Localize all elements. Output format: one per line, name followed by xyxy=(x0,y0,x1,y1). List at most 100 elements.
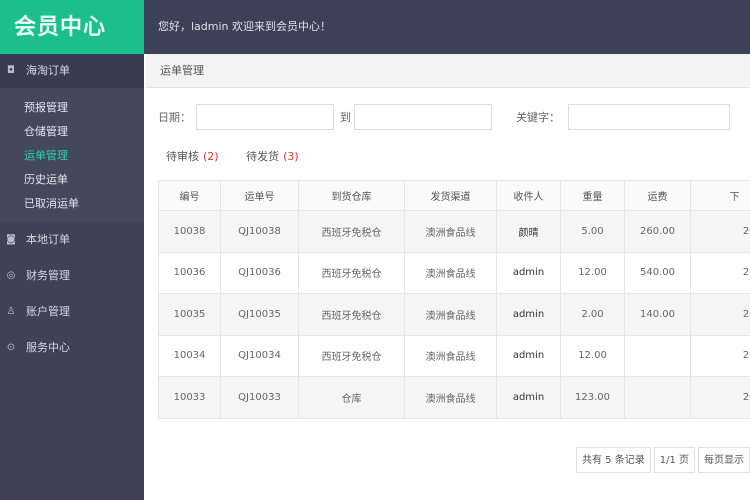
date-label: 日期： xyxy=(158,111,191,124)
cell-recipient: 颜晴 xyxy=(496,210,561,253)
sidebar-group-service[interactable]: ⊙ 服务中心 xyxy=(0,330,144,366)
col-header-recipient[interactable]: 收件人 xyxy=(496,180,561,211)
sidebar-item-cancelled[interactable]: 已取消运单 xyxy=(0,192,144,216)
table-row[interactable]: 10033QJ10033仓库澳洲食品线admin123.00 2017/0 xyxy=(158,376,750,419)
cell-freight: 540.00 xyxy=(624,251,691,294)
cell-id: 10036 xyxy=(158,251,221,294)
cell-recipient: admin xyxy=(496,334,561,377)
filter-bar: 日期： 到 关键字： xyxy=(158,104,750,130)
greeting-text: 您好，ladmin 欢迎来到会员中心！ xyxy=(158,20,332,33)
sidebar-group-finance[interactable]: ◎ 财务管理 xyxy=(0,258,144,294)
cell-waybill-no: QJ10033 xyxy=(220,376,299,419)
cell-freight: 260.00 xyxy=(624,210,691,253)
col-header-weight[interactable]: 重量 xyxy=(560,180,625,211)
tab-count: (2) xyxy=(203,150,219,163)
pager-page: 1/1 页 xyxy=(653,447,696,473)
cell-freight: 140.00 xyxy=(624,293,691,336)
cell-channel: 澳洲食品线 xyxy=(404,251,497,294)
tab-count: (3) xyxy=(283,150,299,163)
sidebar-group-label: 财务管理 xyxy=(26,269,70,282)
cell-warehouse: 西班牙免税仓 xyxy=(298,210,405,253)
cell-warehouse: 西班牙免税仓 xyxy=(298,334,405,377)
cell-channel: 澳洲食品线 xyxy=(404,376,497,419)
cell-waybill-no: QJ10034 xyxy=(220,334,299,377)
cell-id: 10038 xyxy=(158,210,221,253)
cell-date: 2017/0 xyxy=(690,210,750,253)
cell-channel: 澳洲食品线 xyxy=(404,210,497,253)
cell-weight: 12.00 xyxy=(560,251,625,294)
tab-label: 待审核 xyxy=(166,150,199,163)
cell-recipient: admin xyxy=(496,376,561,419)
cell-id: 10033 xyxy=(158,376,221,419)
keyword-input[interactable] xyxy=(568,104,730,130)
cell-warehouse: 西班牙免税仓 xyxy=(298,293,405,336)
table-row[interactable]: 10035QJ10035西班牙免税仓澳洲食品线admin2.00140.0020… xyxy=(158,293,750,336)
status-tabs: 待审核 (2) 待发货 (3) xyxy=(166,148,323,164)
sidebar-sublist: 预报管理 仓储管理 运单管理 历史运单 已取消运单 xyxy=(0,88,144,222)
sidebar-item-history[interactable]: 历史运单 xyxy=(0,168,144,192)
cell-recipient: admin xyxy=(496,293,561,336)
sidebar-item-waybill[interactable]: 运单管理 xyxy=(0,144,144,168)
cell-date: 2017/0 xyxy=(690,376,750,419)
waybill-table: 编号 运单号 到货仓库 发货渠道 收件人 重量 运费 下 10038 QJ1003… xyxy=(158,180,750,419)
col-header-channel[interactable]: 发货渠道 xyxy=(404,180,497,211)
cell-id: 10035 xyxy=(158,293,221,336)
cell-date: 2017/0 xyxy=(690,293,750,336)
to-label: 到 xyxy=(340,111,351,124)
pagination: 共有 5 条记录 1/1 页 每页显示 xyxy=(576,447,750,473)
topbar: 您好，ladmin 欢迎来到会员中心！ xyxy=(144,0,750,54)
sidebar-item-warehouse[interactable]: 仓储管理 xyxy=(0,120,144,144)
finance-icon: ◎ xyxy=(6,270,16,281)
cell-warehouse: 西班牙免税仓 xyxy=(298,251,405,294)
tab-pending-shipment[interactable]: 待发货 (3) xyxy=(246,148,299,164)
col-header-warehouse[interactable]: 到货仓库 xyxy=(298,180,405,211)
col-header-id[interactable]: 编号 xyxy=(158,180,221,211)
brand-logo: 会员中心 xyxy=(0,0,144,54)
user-icon: ♙ xyxy=(6,306,16,317)
main-content: 运单管理 日期： 到 关键字： 待审核 (2) 待发货 (3) 编号 运单号 到货仓… xyxy=(144,54,750,500)
pager-total: 共有 5 条记录 xyxy=(576,447,651,473)
sidebar-group-local-orders[interactable]: ◙ 本地订单 xyxy=(0,222,144,258)
cell-channel: 澳洲食品线 xyxy=(404,334,497,377)
cell-date: 2017/0 xyxy=(690,251,750,294)
sidebar-group-label: 账户管理 xyxy=(26,305,70,318)
sidebar-group-label: 海淘订单 xyxy=(26,64,70,77)
cell-waybill-no: QJ10038 xyxy=(220,210,299,253)
date-to-input[interactable] xyxy=(354,104,492,130)
table-row[interactable]: 10034QJ10034西班牙免税仓澳洲食品线admin12.00 2017/0 xyxy=(158,334,750,377)
table-row[interactable]: 10036 QJ10036 西班牙免税仓 澳洲食品线 admin 12.00 540.00 2… xyxy=(158,251,750,294)
cart-icon: ◘ xyxy=(7,65,15,76)
box-icon: ◙ xyxy=(6,234,16,245)
cell-weight: 5.00 xyxy=(560,210,625,253)
sidebar: ◘ 海淘订单 预报管理 仓储管理 运单管理 历史运单 已取消运单 ◙ 本地订单 … xyxy=(0,54,144,500)
table-header-row: 编号 运单号 到货仓库 发货渠道 收件人 重量 运费 下 xyxy=(158,180,750,211)
sidebar-group-account[interactable]: ♙ 账户管理 xyxy=(0,294,144,330)
cell-channel: 澳洲食品线 xyxy=(404,293,497,336)
cell-warehouse: 仓库 xyxy=(298,376,405,419)
tab-pending-review[interactable]: 待审核 (2) xyxy=(166,148,219,164)
col-header-date[interactable]: 下 xyxy=(690,180,750,211)
cell-waybill-no: QJ10035 xyxy=(220,293,299,336)
cell-date: 2017/0 xyxy=(690,334,750,377)
cell-waybill-no: QJ10036 xyxy=(220,251,299,294)
cell-recipient: admin xyxy=(496,251,561,294)
service-icon: ⊙ xyxy=(6,342,16,353)
pager-per-page[interactable]: 每页显示 xyxy=(698,447,750,473)
cell-freight xyxy=(624,376,691,419)
sidebar-group-label: 服务中心 xyxy=(26,341,70,354)
sidebar-group-label: 本地订单 xyxy=(26,233,70,246)
col-header-freight[interactable]: 运费 xyxy=(624,180,691,211)
cell-weight: 2.00 xyxy=(560,293,625,336)
cell-weight: 12.00 xyxy=(560,334,625,377)
cell-weight: 123.00 xyxy=(560,376,625,419)
table-row[interactable]: 10038QJ10038西班牙免税仓澳洲食品线颜晴5.00260.002017/… xyxy=(158,210,750,253)
date-from-input[interactable] xyxy=(196,104,334,130)
cell-id: 10034 xyxy=(158,334,221,377)
sidebar-group-overseas-orders[interactable]: ◘ 海淘订单 xyxy=(0,54,144,88)
panel-title: 运单管理 xyxy=(146,54,750,88)
tab-label: 待发货 xyxy=(246,150,280,163)
cell-freight xyxy=(624,334,691,377)
sidebar-item-forecast[interactable]: 预报管理 xyxy=(0,96,144,120)
col-header-waybill-no[interactable]: 运单号 xyxy=(220,180,299,211)
keyword-label: 关键字： xyxy=(516,111,560,124)
